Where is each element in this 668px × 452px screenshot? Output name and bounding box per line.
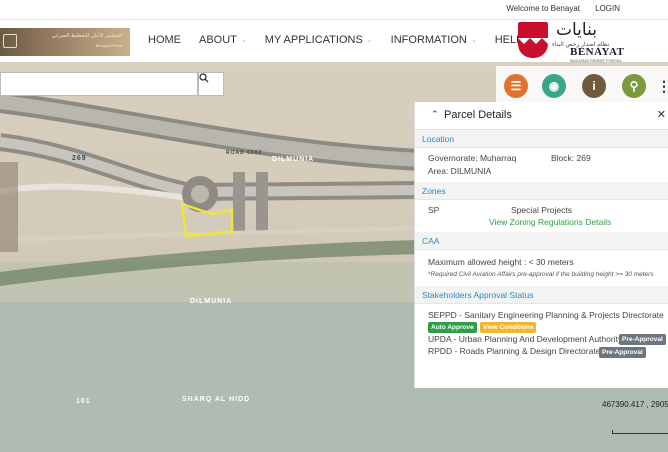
brand-english: BENAYAT: [570, 46, 625, 58]
map-search-input[interactable]: [0, 72, 198, 96]
section-location-title: Location: [415, 130, 668, 148]
nav-my-applications[interactable]: MY APPLICATIONS ⌄: [265, 34, 373, 46]
section-caa-title: CAA: [415, 232, 668, 250]
stakeholder-rpdd: RPDD - Roads Planning & Design Directora…: [428, 346, 601, 356]
stakeholder-seppd: SEPPD - Sanitary Engineering Planning & …: [428, 310, 664, 320]
more-icon[interactable]: ⋮: [657, 74, 668, 98]
governorate-value: Governorate: Muharraq: [428, 153, 517, 163]
parcel-details-panel: ⌃ Parcel Details ✕ Location Governorate:…: [414, 102, 668, 388]
welcome-text: Welcome to Benayat: [506, 4, 580, 13]
map-view[interactable]: 269 ROAD 6902 DILMUNIA DILMUNIA SHARQ AL…: [0, 62, 668, 452]
login-link[interactable]: LOGIN: [595, 4, 620, 13]
bahrain-emblem-icon: [518, 22, 548, 58]
section-location: Governorate: Muharraq Block: 269 Area: D…: [415, 148, 668, 182]
top-bar: Welcome to Benayat LOGIN: [0, 0, 668, 20]
ministry-logo[interactable]: المجلس الأعلى للتخطيط العمراني Benayat P…: [0, 28, 130, 56]
ministry-emblem-icon: [3, 34, 17, 48]
max-height-value: Maximum allowed height : < 30 meters: [428, 257, 574, 267]
ministry-logo-line1: المجلس الأعلى للتخطيط العمراني: [51, 33, 122, 39]
map-label-sharq-al-hidd: SHARQ AL HIDD: [182, 396, 251, 403]
scale-bar: [612, 430, 668, 434]
search-icon: [199, 73, 209, 83]
area-value: Area: DILMUNIA: [428, 166, 492, 176]
map-label-block-269: 269: [72, 155, 87, 162]
zoning-regulations-link[interactable]: View Zoning Regulations Details: [489, 217, 611, 227]
location-pin-icon[interactable]: ◉: [542, 74, 566, 98]
block-value: Block: 269: [551, 153, 591, 163]
auto-approve-badge: Auto Approve: [428, 322, 477, 333]
layers-icon[interactable]: ☰: [504, 74, 528, 98]
pre-approval-badge: Pre-Approval: [619, 334, 666, 345]
close-icon[interactable]: ✕: [657, 108, 666, 121]
brand-arabic: بنايات: [556, 20, 597, 40]
ministry-logo-line2: Benayat Portal: [95, 43, 122, 48]
map-toolbar: ☰ ◉ i ⚲ ⋮: [496, 66, 668, 102]
panel-header: ⌃ Parcel Details ✕: [415, 102, 668, 130]
nav-home[interactable]: HOME: [148, 34, 181, 46]
section-stakeholders: SEPPD - Sanitary Engineering Planning & …: [415, 304, 668, 368]
benayat-logo[interactable]: بنايات نظام اصدار رخص البناء BENAYAT BUI…: [518, 20, 654, 63]
caa-note: *Required Civil Aviation Affairs pre-app…: [428, 271, 654, 278]
collapse-icon[interactable]: ⌃: [431, 109, 439, 120]
zone-name: Special Projects: [511, 205, 572, 215]
chevron-down-icon: ⌄: [240, 37, 247, 44]
main-nav: HOME ABOUT ⌄ MY APPLICATIONS ⌄ INFORMATION…: [148, 34, 551, 46]
map-label-road-6902: ROAD 6902: [226, 150, 263, 156]
panel-title: Parcel Details: [444, 109, 512, 121]
nav-information[interactable]: INFORMATION ⌄: [391, 34, 477, 46]
section-caa: Maximum allowed height : < 30 meters *Re…: [415, 250, 668, 286]
info-icon[interactable]: i: [582, 74, 606, 98]
zoom-search-icon[interactable]: ⚲: [622, 74, 646, 98]
pre-approval-badge: Pre-Approval: [599, 347, 646, 358]
chevron-down-icon: ⌄: [366, 37, 373, 44]
section-zones-title: Zones: [415, 182, 668, 200]
zone-code: SP: [428, 205, 440, 215]
map-search-button[interactable]: [198, 72, 224, 96]
section-stakeholders-title: Stakeholders Approval Status: [415, 286, 668, 304]
coordinate-readout: 467390.417 , 2905: [602, 400, 668, 409]
section-zones: SP Special Projects View Zoning Regulati…: [415, 200, 668, 232]
stakeholder-upda: UPDA - Urban Planning And Development Au…: [428, 334, 623, 344]
map-label-dilmunia-area: DILMUNIA: [190, 298, 233, 305]
view-conditions-button[interactable]: View Conditions: [480, 322, 537, 333]
nav-about[interactable]: ABOUT ⌄: [199, 34, 247, 46]
main-header: المجلس الأعلى للتخطيط العمراني Benayat P…: [0, 20, 668, 63]
chevron-down-icon: ⌄: [470, 37, 477, 44]
map-label-dilmunia-road: DILMUNIA: [272, 156, 315, 163]
map-label-block-101: 101: [76, 398, 91, 405]
